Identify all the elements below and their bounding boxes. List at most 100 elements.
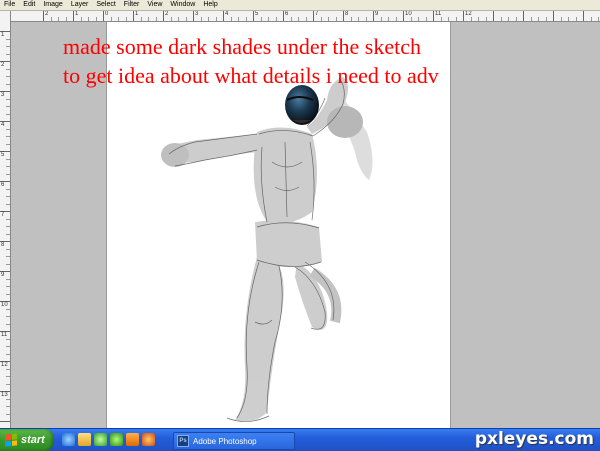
ruler-tick bbox=[6, 413, 10, 415]
ruler-tick bbox=[6, 188, 10, 190]
folder-icon[interactable] bbox=[78, 433, 91, 446]
ruler-label: 6 bbox=[285, 11, 289, 17]
menu-image[interactable]: Image bbox=[39, 0, 66, 10]
ruler-tick bbox=[245, 17, 247, 21]
menu-help[interactable]: Help bbox=[199, 0, 221, 10]
ruler-tick bbox=[305, 17, 307, 21]
media-icon[interactable] bbox=[94, 433, 107, 446]
ruler-vertical[interactable]: 1 2 3 4 5 6 7 8 9 10 11 12 13 bbox=[0, 11, 11, 428]
watermark: pxleyes.com bbox=[474, 429, 594, 449]
ruler-tick bbox=[6, 278, 10, 280]
ruler-tick bbox=[575, 17, 577, 21]
ruler-tick bbox=[238, 17, 239, 21]
ruler-label: 12 bbox=[1, 362, 8, 368]
ruler-tick bbox=[6, 46, 10, 47]
ruler-tick bbox=[418, 17, 419, 21]
ruler-tick bbox=[6, 368, 10, 370]
ruler-tick bbox=[530, 17, 532, 21]
ruler-tick bbox=[6, 76, 10, 77]
ruler-tick bbox=[6, 398, 10, 400]
ruler-label: 3 bbox=[1, 92, 5, 98]
taskbar-item-photoshop[interactable]: Ps Adobe Photoshop bbox=[173, 432, 295, 450]
ruler-tick bbox=[43, 11, 44, 21]
ruler-tick bbox=[80, 17, 82, 21]
ruler-tick bbox=[358, 17, 359, 21]
ruler-tick bbox=[185, 17, 187, 21]
ruler-tick bbox=[298, 17, 299, 21]
menu-edit[interactable]: Edit bbox=[19, 0, 39, 10]
ie-icon[interactable] bbox=[62, 433, 75, 446]
ruler-tick bbox=[6, 308, 10, 310]
ruler-tick bbox=[455, 17, 457, 21]
ruler-tick bbox=[6, 218, 10, 220]
ruler-label: 0 bbox=[105, 11, 109, 17]
ruler-tick bbox=[448, 17, 449, 21]
ruler-tick bbox=[388, 17, 389, 21]
ruler-tick bbox=[6, 353, 10, 355]
ruler-label: 3 bbox=[195, 11, 199, 17]
ruler-tick bbox=[6, 226, 10, 227]
ruler-tick bbox=[6, 106, 10, 107]
ruler-tick bbox=[328, 17, 329, 21]
ruler-tick bbox=[463, 11, 464, 21]
annotation-line-2: to get idea about what details i need to… bbox=[63, 63, 439, 88]
ruler-tick bbox=[538, 17, 539, 21]
ruler-tick bbox=[0, 421, 10, 422]
ruler-label: 2 bbox=[1, 62, 5, 68]
ruler-tick bbox=[65, 17, 67, 21]
ruler-tick bbox=[320, 17, 322, 21]
ruler-tick bbox=[103, 11, 104, 21]
ruler-tick bbox=[253, 11, 254, 21]
menu-view[interactable]: View bbox=[143, 0, 166, 10]
ruler-tick bbox=[140, 17, 142, 21]
ruler-label: 1 bbox=[135, 11, 139, 17]
menu-window[interactable]: Window bbox=[166, 0, 199, 10]
ruler-tick bbox=[6, 346, 10, 347]
ruler-label: 7 bbox=[315, 11, 319, 17]
ruler-tick bbox=[365, 17, 367, 21]
menu-filter[interactable]: Filter bbox=[120, 0, 144, 10]
ruler-label: 7 bbox=[1, 212, 5, 218]
ruler-tick bbox=[6, 38, 10, 40]
menu-bar: File Edit Image Layer Select Filter View… bbox=[0, 0, 600, 11]
ruler-tick bbox=[6, 143, 10, 145]
photoshop-icon: Ps bbox=[177, 435, 189, 447]
ruler-tick bbox=[58, 17, 59, 21]
ruler-tick bbox=[208, 17, 209, 21]
ruler-tick bbox=[583, 11, 584, 21]
ruler-tick bbox=[275, 17, 277, 21]
ruler-tick bbox=[200, 17, 202, 21]
ruler-tick bbox=[6, 68, 10, 70]
ruler-tick bbox=[598, 17, 599, 21]
annotation-line-1: made some dark shades under the sketch bbox=[63, 34, 421, 59]
ruler-tick bbox=[373, 11, 374, 21]
firefox-icon[interactable] bbox=[142, 433, 155, 446]
ruler-tick bbox=[6, 376, 10, 377]
ruler-tick bbox=[313, 11, 314, 21]
menu-select[interactable]: Select bbox=[92, 0, 119, 10]
ruler-tick bbox=[470, 17, 472, 21]
ruler-tick bbox=[6, 406, 10, 407]
ruler-tick bbox=[170, 17, 172, 21]
ruler-tick bbox=[590, 17, 592, 21]
menu-layer[interactable]: Layer bbox=[67, 0, 93, 10]
ruler-tick bbox=[73, 11, 74, 21]
ruler-tick bbox=[125, 17, 127, 21]
ruler-horizontal[interactable]: 2 1 0 1 2 3 4 5 6 7 8 9 10 11 12 bbox=[10, 11, 600, 22]
vlc-icon[interactable] bbox=[126, 433, 139, 446]
ruler-tick bbox=[6, 203, 10, 205]
ruler-tick bbox=[6, 113, 10, 115]
ruler-label: 11 bbox=[1, 332, 8, 338]
ruler-label: 6 bbox=[1, 182, 5, 188]
ruler-label: 8 bbox=[1, 242, 5, 248]
ruler-tick bbox=[560, 17, 562, 21]
ruler-tick bbox=[6, 166, 10, 167]
ruler-tick bbox=[178, 17, 179, 21]
messenger-icon[interactable] bbox=[110, 433, 123, 446]
ruler-tick bbox=[6, 98, 10, 100]
start-button[interactable]: start bbox=[0, 429, 54, 451]
ruler-tick bbox=[6, 338, 10, 340]
quick-launch bbox=[62, 433, 155, 446]
menu-file[interactable]: File bbox=[0, 0, 19, 10]
ruler-tick bbox=[478, 17, 479, 21]
